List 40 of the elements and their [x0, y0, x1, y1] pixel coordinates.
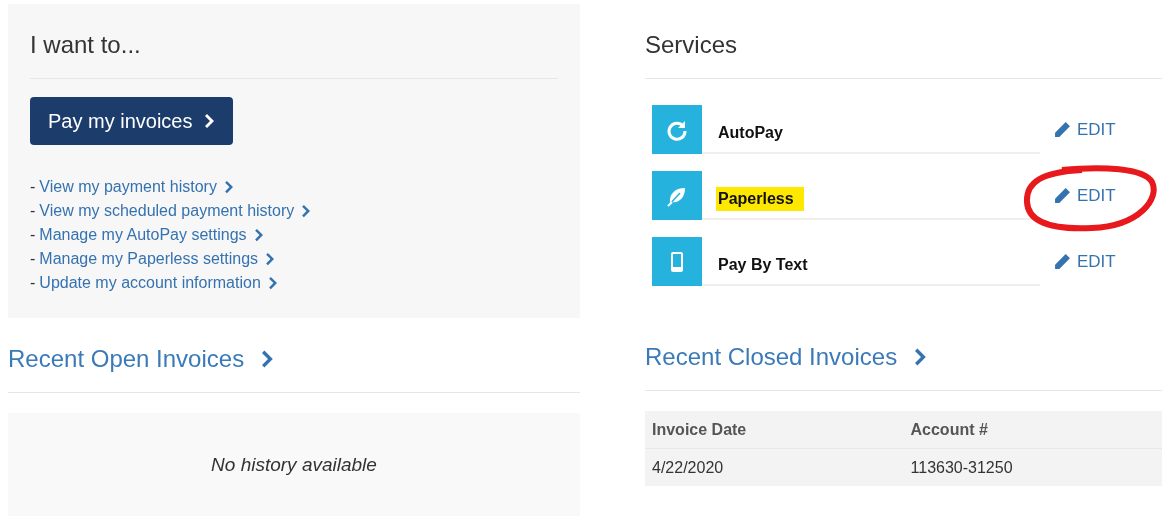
bullet-dash: - — [30, 226, 36, 244]
edit-link[interactable]: EDIT — [1054, 251, 1116, 272]
chevron-right-icon — [915, 347, 928, 367]
chevron-right-icon — [262, 349, 275, 369]
bullet-dash: - — [30, 178, 36, 196]
empty-message: No history available — [211, 453, 377, 476]
chevron-right-icon — [302, 204, 312, 218]
leaf-icon — [652, 171, 702, 220]
pencil-icon — [1054, 121, 1071, 138]
chevron-right-icon — [204, 113, 215, 129]
service-name: AutoPay — [717, 122, 784, 143]
pay-invoices-button[interactable]: Pay my invoices — [30, 97, 233, 145]
action-link[interactable]: Manage my Paperless settings — [39, 250, 259, 268]
bullet-dash: - — [30, 250, 36, 268]
column-header: Account # — [903, 411, 1162, 449]
section-title: I want to... — [30, 30, 142, 60]
table-cell: 113630-31250 — [903, 448, 1162, 486]
pencil-icon — [1054, 187, 1071, 204]
service-name: Paperless — [716, 186, 804, 211]
action-link[interactable]: Manage my AutoPay settings — [39, 226, 247, 244]
column-header: Invoice Date — [645, 411, 904, 449]
bullet-dash: - — [30, 202, 36, 220]
action-link[interactable]: View my scheduled payment history — [39, 202, 295, 220]
service-name: Pay By Text — [717, 254, 809, 275]
phone-icon — [652, 237, 702, 286]
refresh-icon — [652, 105, 702, 154]
chevron-right-icon — [224, 180, 234, 194]
pencil-icon — [1054, 253, 1071, 270]
action-link[interactable]: Update my account information — [39, 274, 261, 292]
bullet-dash: - — [30, 274, 36, 292]
edit-link[interactable]: EDIT — [1054, 185, 1116, 206]
chevron-right-icon — [266, 252, 276, 266]
chevron-right-icon — [268, 276, 278, 290]
chevron-right-icon — [254, 228, 264, 242]
table-cell: 4/22/2020 — [645, 448, 904, 486]
section-title[interactable]: Recent Open Invoices — [8, 344, 245, 374]
section-title[interactable]: Recent Closed Invoices — [645, 342, 898, 372]
edit-link[interactable]: EDIT — [1054, 119, 1116, 140]
action-link[interactable]: View my payment history — [39, 178, 217, 196]
section-title: Services — [645, 30, 739, 60]
